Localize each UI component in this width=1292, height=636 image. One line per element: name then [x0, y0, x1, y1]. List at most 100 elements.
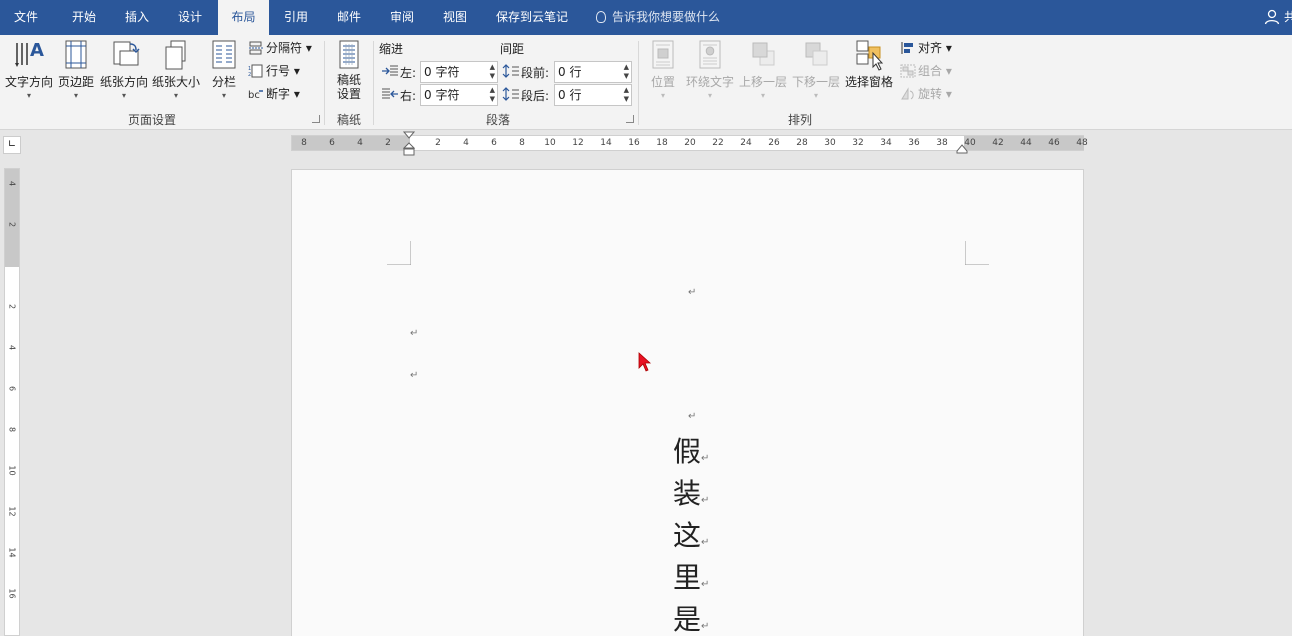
tab-save-cloud-note[interactable]: 保存到云笔记: [484, 0, 580, 35]
tab-selector-icon[interactable]: ∟: [3, 136, 21, 154]
paragraph-mark: ↵: [688, 287, 697, 298]
tab-insert[interactable]: 插入: [112, 0, 162, 35]
ruler-number: 18: [656, 138, 668, 148]
size-button[interactable]: 纸张大小 ▾: [151, 39, 201, 105]
indent-left-input[interactable]: 0 字符 ▲ ▼: [420, 61, 498, 83]
columns-icon: [212, 40, 236, 69]
tell-me-box[interactable]: 告诉我你想要做什么: [596, 0, 720, 35]
paragraph-mark: ↵: [688, 411, 697, 422]
chevron-down-icon: ▾: [660, 91, 665, 100]
manuscript-settings-button[interactable]: 稿纸 设置: [330, 39, 368, 105]
hyphenation-button[interactable]: bc 断字 ▾: [248, 84, 300, 104]
ruler-number: 34: [880, 138, 892, 148]
spinner-arrows-icon[interactable]: ▲ ▼: [490, 86, 495, 104]
ruler-number: 8: [7, 426, 17, 433]
selection-pane-icon: [856, 40, 884, 71]
chevron-down-icon: ▾: [945, 64, 952, 78]
char-text: 装: [673, 477, 702, 510]
align-button[interactable]: 对齐 ▾: [900, 38, 952, 58]
user-icon[interactable]: [1264, 9, 1280, 25]
vertical-text-char: 是↵: [673, 600, 713, 636]
ruler-number: 4: [7, 180, 17, 187]
bring-forward-icon: [752, 42, 775, 66]
spinner-arrows-icon[interactable]: ▲ ▼: [624, 63, 629, 81]
chevron-down-icon: ▾: [73, 91, 78, 100]
chevron-down-icon: ▾: [760, 91, 765, 100]
breaks-button[interactable]: 分隔符 ▾: [248, 38, 312, 58]
rotate-button[interactable]: 旋转 ▾: [900, 84, 952, 104]
paragraph-mark: ↵: [701, 495, 710, 506]
indent-marker-icon[interactable]: [403, 131, 415, 159]
orientation-button[interactable]: 纸张方向 ▾: [98, 39, 150, 105]
chevron-down-icon: ▾: [945, 41, 952, 55]
group-divider: [638, 41, 639, 125]
wrap-text-button[interactable]: 环绕文字 ▾: [684, 39, 736, 105]
tab-mailings[interactable]: 邮件: [323, 0, 375, 35]
vertical-ruler[interactable]: 4 2 2 4 6 8 10 12 14 16: [4, 168, 20, 636]
spacing-after-input[interactable]: 0 行 ▲ ▼: [554, 84, 632, 106]
ribbon-panel: A 文字方向 ▾ 页边距 ▾ 纸张方向 ▾ 纸张大小 ▾ 分栏 ▾ 分隔符 ▾ …: [0, 35, 1292, 130]
spacing-before-input[interactable]: 0 行 ▲ ▼: [554, 61, 632, 83]
page-setup-launcher-icon[interactable]: [312, 115, 320, 123]
ruler-number: 16: [7, 588, 17, 599]
columns-label: 分栏: [211, 75, 236, 89]
text-direction-button[interactable]: A 文字方向 ▾: [3, 39, 55, 105]
paragraph-mark: ↵: [701, 579, 710, 590]
ruler-number: 26: [768, 138, 780, 148]
spacing-before-icon: [502, 64, 519, 78]
breaks-icon: [249, 41, 263, 55]
char-text: 假: [673, 435, 702, 468]
spinner-arrows-icon[interactable]: ▲ ▼: [624, 86, 629, 104]
indent-right-value: 0 字符: [424, 88, 460, 102]
spacing-after-icon: [502, 87, 519, 101]
paragraph-mark: ↵: [701, 621, 710, 632]
margins-button[interactable]: 页边距 ▾: [56, 39, 96, 105]
paragraph-mark: ↵: [701, 537, 710, 548]
chevron-down-icon: ▾: [293, 64, 300, 78]
tab-references[interactable]: 引用: [270, 0, 322, 35]
ruler-number: 2: [7, 303, 17, 310]
rotate-icon: [901, 87, 914, 100]
wrap-text-label: 环绕文字: [685, 75, 734, 89]
ruler-number: 48: [1076, 138, 1088, 148]
line-numbers-button[interactable]: 1 2 行号 ▾: [248, 61, 300, 81]
vertical-text-char: 这↵: [673, 516, 713, 563]
right-indent-marker-icon[interactable]: [956, 144, 968, 154]
ruler-number: 8: [519, 138, 525, 148]
bring-forward-label: 上移一层: [738, 75, 787, 89]
ruler-number: 44: [1020, 138, 1032, 148]
spinner-arrows-icon[interactable]: ▲ ▼: [490, 63, 495, 81]
ruler-number: 4: [463, 138, 469, 148]
spacing-after-value: 0 行: [558, 88, 582, 102]
lightbulb-icon: [596, 11, 606, 23]
columns-button[interactable]: 分栏 ▾: [206, 39, 242, 105]
paragraph-launcher-icon[interactable]: [626, 115, 634, 123]
indent-right-input[interactable]: 0 字符 ▲ ▼: [420, 84, 498, 106]
share-label[interactable]: 共: [1284, 0, 1292, 35]
group-button[interactable]: 组合 ▾: [900, 61, 952, 81]
ruler-number: 12: [7, 506, 17, 517]
svg-text:bc: bc: [248, 90, 260, 101]
tab-review[interactable]: 审阅: [376, 0, 428, 35]
tell-me-text: 告诉我你想要做什么: [612, 10, 721, 24]
page-setup-group-label: 页面设置: [127, 113, 176, 127]
align-label: 对齐: [918, 41, 943, 55]
tab-design[interactable]: 设计: [164, 0, 216, 35]
tab-home[interactable]: 开始: [56, 0, 112, 35]
ruler-number: 46: [1048, 138, 1060, 148]
position-button[interactable]: 位置 ▾: [643, 39, 683, 105]
ruler-number: 32: [852, 138, 864, 148]
paragraph-group-label: 段落: [485, 113, 510, 127]
mouse-cursor-icon: [638, 352, 652, 372]
horizontal-ruler-row: ∟ 8 6 4 2 2 4 6 8 10 12 14 16 18 20 22 24 26 28 30 32 34 36 38…: [0, 130, 1292, 158]
ruler-number: 30: [824, 138, 836, 148]
bring-forward-button[interactable]: 上移一层 ▾: [737, 39, 789, 105]
tab-file[interactable]: 文件: [0, 0, 52, 35]
margins-icon: [65, 40, 87, 69]
tab-layout[interactable]: 布局: [218, 0, 269, 35]
spacing-after-label: 段后:: [521, 89, 550, 103]
ruler-number: 36: [908, 138, 920, 148]
send-backward-button[interactable]: 下移一层 ▾: [790, 39, 842, 105]
selection-pane-button[interactable]: 选择窗格: [843, 39, 895, 105]
tab-view[interactable]: 视图: [429, 0, 481, 35]
